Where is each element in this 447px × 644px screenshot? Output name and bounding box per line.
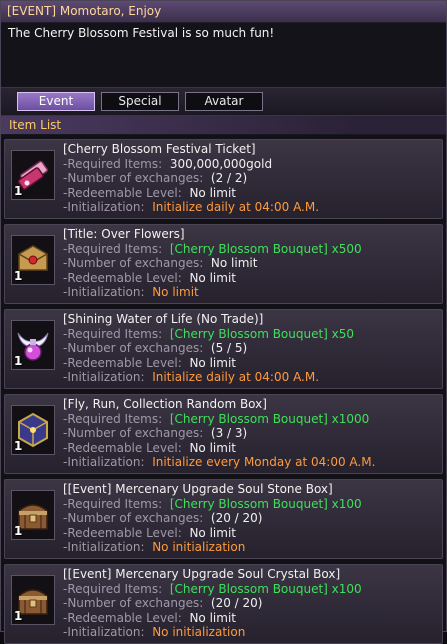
- item-name: [[Event] Mercenary Upgrade Soul Crystal …: [63, 567, 341, 581]
- level-value: No limit: [189, 440, 236, 455]
- init-value: No limit: [152, 285, 199, 300]
- init-value: No initialization: [152, 540, 246, 555]
- item-name: [[Event] Mercenary Upgrade Soul Stone Bo…: [63, 482, 333, 496]
- list-item[interactable]: 1 [Fly, Run, Collection Random Box] -Req…: [4, 394, 443, 474]
- level-label: -Redeemable Level:: [63, 270, 182, 285]
- init-label: -Initialization:: [63, 200, 145, 215]
- init-value: Initialize every Monday at 04:00 A.M.: [152, 455, 376, 470]
- exchanges-label: -Number of exchanges:: [63, 256, 204, 271]
- required-value: [Cherry Blossom Bouquet] x100: [169, 581, 362, 596]
- init-value: Initialize daily at 04:00 A.M.: [152, 200, 320, 215]
- required-value: [Cherry Blossom Bouquet] x100: [169, 496, 362, 511]
- level-value: No limit: [189, 270, 236, 285]
- init-label: -Initialization:: [63, 455, 145, 470]
- list-item[interactable]: 1 [[Event] Mercenary Upgrade Soul Crysta…: [4, 564, 443, 644]
- event-message: The Cherry Blossom Festival is so much f…: [1, 23, 446, 87]
- tab-bar: Event Special Avatar: [1, 87, 446, 116]
- exchanges-label: -Number of exchanges:: [63, 596, 204, 611]
- list-item[interactable]: 1 [[Event] Mercenary Upgrade Soul Stone …: [4, 479, 443, 559]
- item-slot[interactable]: 1: [11, 320, 55, 370]
- required-label: -Required Items:: [63, 411, 163, 426]
- init-value: No initialization: [152, 625, 246, 640]
- required-value: 300,000,000gold: [169, 156, 273, 171]
- required-value: [Cherry Blossom Bouquet] x50: [169, 326, 355, 341]
- item-quantity: 1: [14, 439, 23, 453]
- tab-event[interactable]: Event: [17, 92, 95, 111]
- required-value: [Cherry Blossom Bouquet] x1000: [169, 411, 370, 426]
- item-slot[interactable]: 1: [11, 235, 55, 285]
- item-name: [Shining Water of Life (No Trade)]: [63, 312, 264, 326]
- exchanges-label: -Number of exchanges:: [63, 511, 204, 526]
- level-label: -Redeemable Level:: [63, 185, 182, 200]
- item-quantity: 1: [14, 354, 23, 368]
- item-quantity: 1: [14, 269, 23, 283]
- tab-avatar[interactable]: Avatar: [185, 92, 263, 111]
- section-title: Item List: [1, 116, 446, 135]
- tab-special[interactable]: Special: [101, 92, 179, 111]
- required-label: -Required Items:: [63, 241, 163, 256]
- required-label: -Required Items:: [63, 156, 163, 171]
- list-item[interactable]: 1 [Cherry Blossom Festival Ticket] -Requ…: [4, 139, 443, 219]
- exchanges-label: -Number of exchanges:: [63, 341, 204, 356]
- window-title: [EVENT] Momotaro, Enjoy: [1, 1, 446, 23]
- item-quantity: 1: [14, 609, 23, 623]
- required-label: -Required Items:: [63, 496, 163, 511]
- item-slot[interactable]: 1: [11, 150, 55, 200]
- required-label: -Required Items:: [63, 581, 163, 596]
- level-value: No limit: [189, 355, 236, 370]
- item-slot[interactable]: 1: [11, 575, 55, 625]
- item-slot[interactable]: 1: [11, 490, 55, 540]
- init-label: -Initialization:: [63, 625, 145, 640]
- list-item[interactable]: 1 [Title: Over Flowers] -Required Items:…: [4, 224, 443, 304]
- init-value: Initialize daily at 04:00 A.M.: [152, 370, 320, 385]
- item-quantity: 1: [14, 524, 23, 538]
- level-label: -Redeemable Level:: [63, 440, 182, 455]
- level-value: No limit: [189, 610, 236, 625]
- level-label: -Redeemable Level:: [63, 355, 182, 370]
- exchanges-value: (20 / 20): [210, 511, 263, 526]
- exchanges-value: (20 / 20): [210, 596, 263, 611]
- required-value: [Cherry Blossom Bouquet] x500: [169, 241, 362, 256]
- exchanges-value: No limit: [210, 256, 258, 271]
- init-label: -Initialization:: [63, 540, 145, 555]
- item-list: 1 [Cherry Blossom Festival Ticket] -Requ…: [1, 135, 446, 644]
- item-slot[interactable]: 1: [11, 405, 55, 455]
- exchanges-value: (3 / 3): [210, 426, 248, 441]
- event-shop-window: [EVENT] Momotaro, Enjoy The Cherry Bloss…: [0, 0, 447, 644]
- required-label: -Required Items:: [63, 326, 163, 341]
- level-label: -Redeemable Level:: [63, 525, 182, 540]
- init-label: -Initialization:: [63, 285, 145, 300]
- list-item[interactable]: 1 [Shining Water of Life (No Trade)] -Re…: [4, 309, 443, 389]
- exchanges-label: -Number of exchanges:: [63, 426, 204, 441]
- exchanges-value: (2 / 2): [210, 171, 248, 186]
- level-value: No limit: [189, 185, 236, 200]
- exchanges-value: (5 / 5): [210, 341, 248, 356]
- item-name: [Title: Over Flowers]: [63, 227, 185, 241]
- level-value: No limit: [189, 525, 236, 540]
- item-name: [Cherry Blossom Festival Ticket]: [63, 142, 256, 156]
- item-name: [Fly, Run, Collection Random Box]: [63, 397, 267, 411]
- item-quantity: 1: [14, 184, 23, 198]
- init-label: -Initialization:: [63, 370, 145, 385]
- level-label: -Redeemable Level:: [63, 610, 182, 625]
- exchanges-label: -Number of exchanges:: [63, 171, 204, 186]
